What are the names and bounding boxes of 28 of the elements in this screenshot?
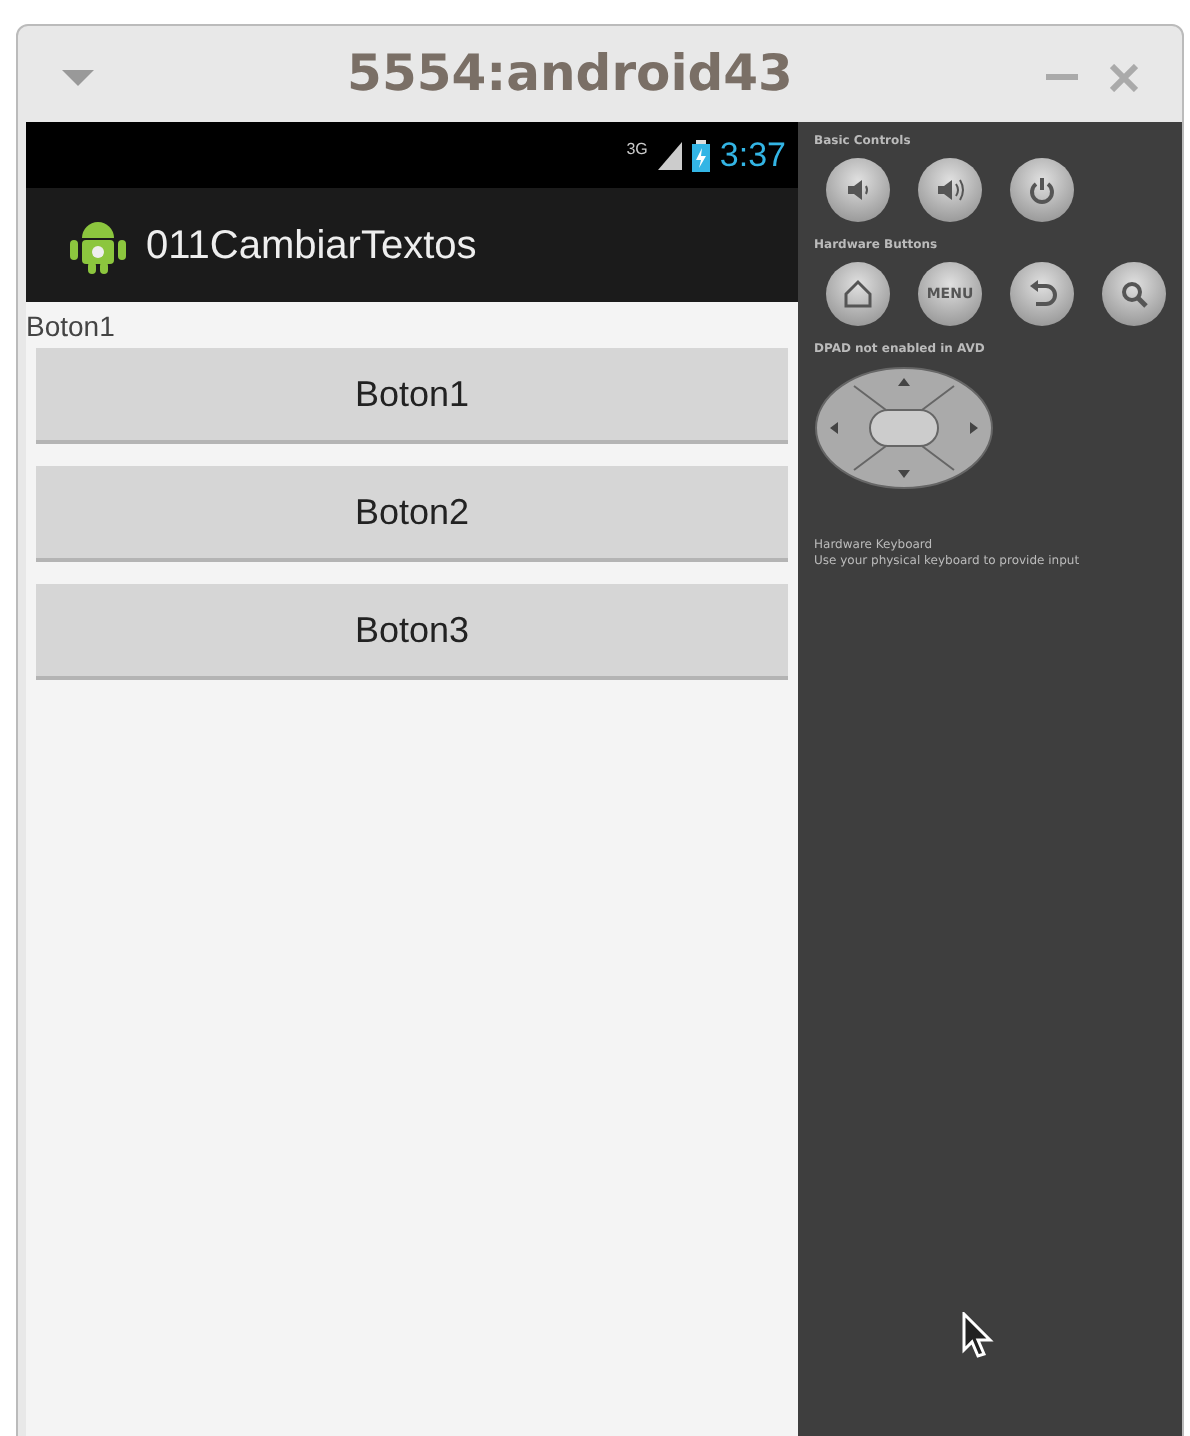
home-icon [842,278,874,310]
app-button[interactable]: Boton3 [36,584,788,680]
app-button[interactable]: Boton2 [36,466,788,562]
home-button[interactable] [826,262,890,326]
speaker-button[interactable] [826,158,890,222]
speaker-icon [842,174,874,206]
battery-icon [691,139,710,171]
clock: 3:37 [719,133,786,178]
power-button[interactable] [1010,158,1074,222]
back-arrow-button[interactable] [1010,262,1074,326]
search-icon [1118,278,1150,310]
app-title: 011CambiarTextos [146,221,477,271]
network-type: 3G [626,138,648,162]
power-icon [1026,174,1058,206]
android-robot-icon [70,217,126,273]
caret-icon [62,69,94,86]
loud-speaker-icon [934,174,966,206]
back-arrow-icon [1026,278,1058,310]
minimize-icon [1046,73,1078,82]
close-icon [1110,63,1138,92]
dpad-drawing[interactable] [814,366,994,490]
app-button[interactable]: Boton1 [36,348,788,444]
window-title: 5554:android43 [345,42,795,107]
mouse-cursor-icon [962,1312,994,1360]
loud-speaker-button[interactable] [918,158,982,222]
search-button[interactable] [1102,262,1166,326]
signal-icon [657,141,682,169]
text-label: Boton1 [26,308,117,342]
